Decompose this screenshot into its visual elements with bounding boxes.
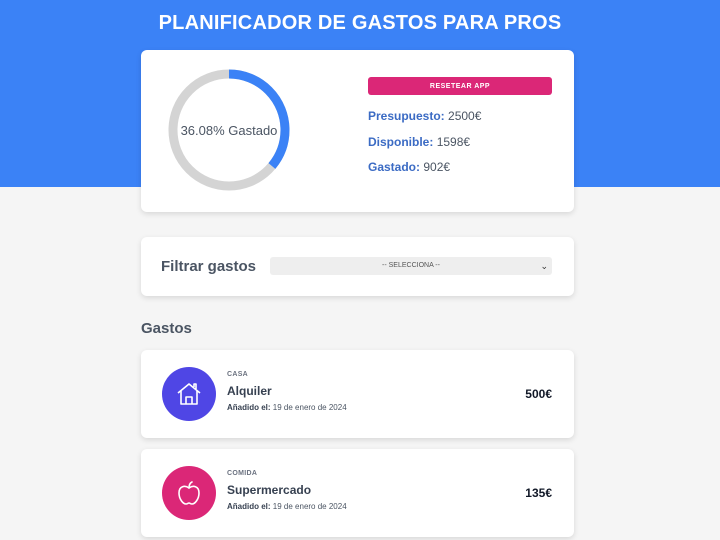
expense-date-value: 19 de enero de 2024 (272, 403, 347, 412)
available-stat-value: 1598€ (436, 135, 471, 149)
expense-date: Añadido el: 19 de enero de 2024 (227, 403, 347, 412)
expense-item[interactable]: CASA Alquiler Añadido el: 19 de enero de… (141, 350, 574, 438)
expense-amount: 500€ (525, 387, 552, 401)
expense-category: COMIDA (227, 470, 258, 477)
expense-date-value: 19 de enero de 2024 (272, 502, 347, 511)
budget-card: 36.08% Gastado RESETEAR APP Presupuesto:… (141, 50, 574, 212)
expense-name: Alquiler (227, 384, 272, 398)
expense-date-label: Añadido el: (227, 502, 271, 511)
spent-percentage: 36.08% Gastado (180, 122, 278, 138)
available-stat-label: Disponible: (368, 135, 434, 149)
spent-stat: Gastado: 902€ (368, 160, 450, 174)
expense-date: Añadido el: 19 de enero de 2024 (227, 502, 347, 511)
expense-category: CASA (227, 371, 249, 378)
expenses-section-title: Gastos (141, 320, 192, 337)
budget-stat-value: 2500€ (448, 109, 482, 123)
spent-stat-value: 902€ (423, 160, 451, 174)
expense-amount: 135€ (525, 486, 552, 500)
chevron-down-icon: ⌄ (540, 261, 548, 271)
house-icon (162, 367, 216, 421)
reset-app-button[interactable]: RESETEAR APP (368, 77, 552, 95)
budget-stat: Presupuesto: 2500€ (368, 109, 481, 123)
filter-card: Filtrar gastos -- SELECCIONA -- ⌄ (141, 237, 574, 296)
filter-label: Filtrar gastos (161, 258, 257, 275)
category-filter-select[interactable]: -- SELECCIONA -- ⌄ (270, 257, 552, 275)
expense-date-label: Añadido el: (227, 403, 271, 412)
expense-item[interactable]: COMIDA Supermercado Añadido el: 19 de en… (141, 449, 574, 537)
expense-name: Supermercado (227, 483, 312, 497)
filter-selected-value: -- SELECCIONA -- (382, 262, 440, 269)
available-stat: Disponible: 1598€ (368, 135, 470, 149)
spent-stat-label: Gastado: (368, 160, 421, 174)
app-title: PLANIFICADOR DE GASTOS PARA PROS (158, 12, 562, 34)
apple-icon (162, 466, 216, 520)
budget-stat-label: Presupuesto: (368, 109, 445, 123)
